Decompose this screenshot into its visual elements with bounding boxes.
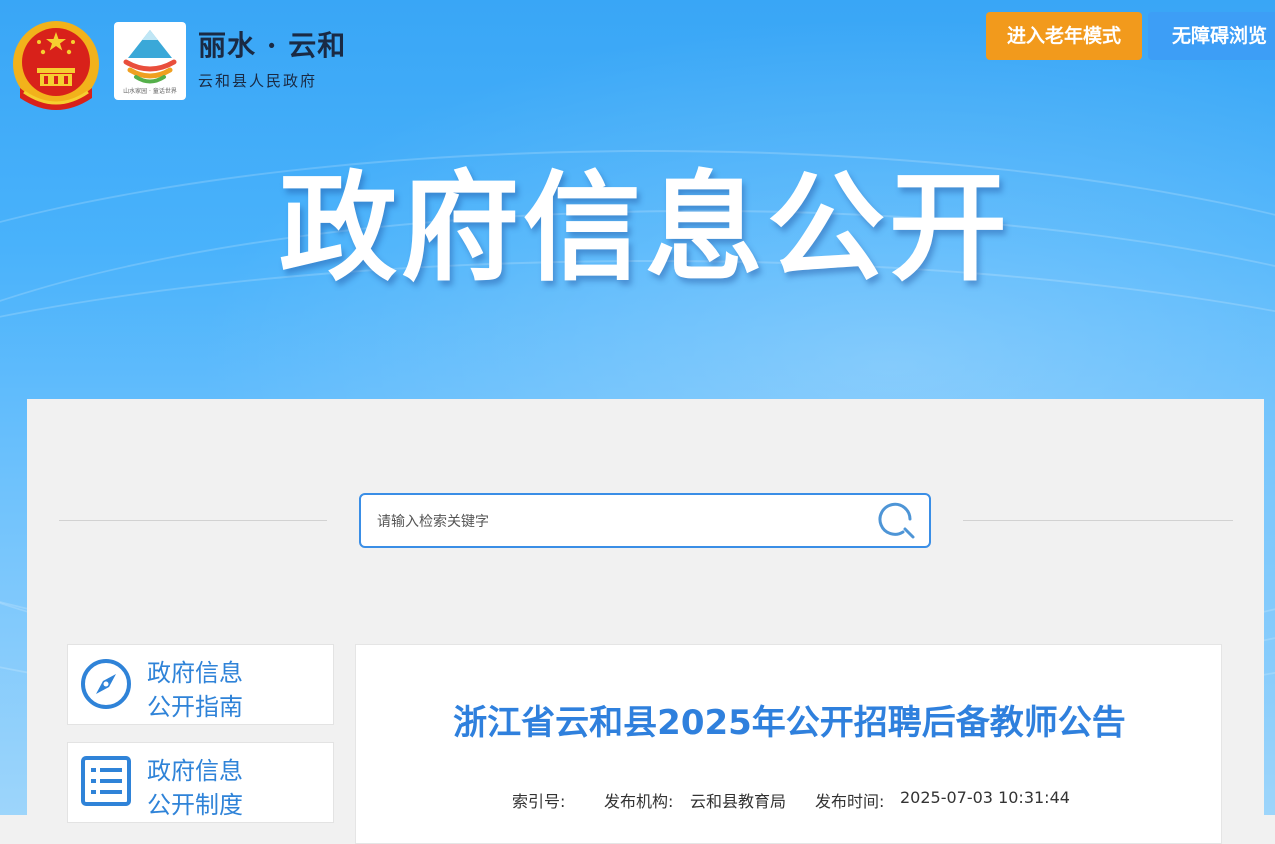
sidebar-item-disclosure-system[interactable]: 政府信息 公开制度	[67, 742, 334, 823]
search-box	[359, 493, 931, 548]
divider-right	[963, 520, 1233, 521]
publish-time-value: 2025-07-03 10:31:44	[900, 788, 1070, 807]
divider-left	[59, 520, 327, 521]
accessibility-button[interactable]: 无障碍浏览	[1148, 12, 1275, 60]
compass-icon	[81, 659, 131, 709]
content-panel: 政府信息 公开指南 政府信息 公开制度 浙江省云和县2025年公开招聘后备教师公…	[27, 399, 1264, 844]
national-emblem-icon	[13, 21, 99, 110]
site-name: 丽水 · 云和	[198, 29, 347, 62]
banner-title: 政府信息公开	[278, 159, 1011, 297]
site-subtitle: 云和县人民政府	[198, 72, 318, 90]
sidebar-item-label: 政府信息	[147, 757, 243, 785]
publisher-label: 发布机构:	[604, 792, 674, 811]
list-icon	[81, 756, 131, 806]
publisher-value: 云和县教育局	[690, 792, 787, 811]
index-label: 索引号:	[512, 792, 566, 811]
logo-slogan: 山水家园 · 童话世界	[123, 88, 177, 95]
search-icon[interactable]	[877, 501, 917, 541]
search-input[interactable]	[375, 509, 859, 535]
sidebar-item-label: 公开指南	[147, 693, 243, 721]
publish-time-label: 发布时间:	[815, 792, 885, 811]
county-logo: 山水家园 · 童话世界	[114, 22, 186, 100]
article-title: 浙江省云和县2025年公开招聘后备教师公告	[453, 703, 1126, 743]
sidebar-item-label: 政府信息	[147, 659, 243, 687]
sidebar-item-disclosure-guide[interactable]: 政府信息 公开指南	[67, 644, 334, 725]
county-logo-icon	[123, 30, 177, 84]
article-card: 浙江省云和县2025年公开招聘后备教师公告 索引号: 发布机构: 云和县教育局 …	[355, 644, 1222, 844]
elder-mode-button[interactable]: 进入老年模式	[986, 12, 1142, 60]
